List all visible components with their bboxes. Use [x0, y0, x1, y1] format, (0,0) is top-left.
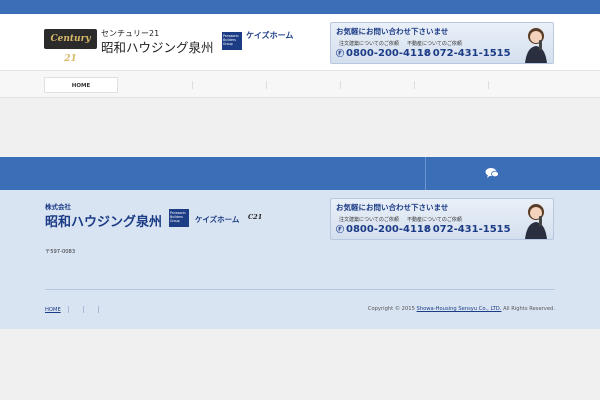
main-nav: HOME	[0, 70, 600, 98]
freedial-icon: Ⓕ	[336, 49, 344, 58]
footer-link-separator	[97, 306, 99, 313]
chat-bubble-icon	[485, 168, 499, 178]
nav-home[interactable]: HOME	[44, 77, 118, 93]
nav-item-5[interactable]	[340, 77, 414, 93]
footer-contact-box: お気軽にお問い合わせ下さいませ 注文建築についてのご依頼 不動産についてのご依頼…	[330, 198, 554, 240]
contact-sub-realestate: 不動産についてのご依頼	[407, 217, 462, 223]
phone-number-build[interactable]: Ⓕ 0800-200-4118	[336, 224, 431, 235]
panasonic-builders-logo: Panasonic Builders Group	[222, 32, 242, 50]
century21-logo[interactable]: Century 21	[44, 29, 97, 64]
operator-woman-icon	[525, 204, 547, 239]
nav-item-2[interactable]	[118, 77, 192, 93]
phone-number-realestate[interactable]: ✆ 072-431-1515	[424, 48, 511, 59]
copyright: Copyright © 2015 Showa-Housing Sensyu Co…	[367, 306, 555, 312]
footer-panasonic-logo: Panasonic Builders Group	[169, 209, 189, 227]
footer-company-prefix: 株式会社	[45, 203, 71, 211]
banner-divider	[425, 157, 426, 190]
phone-number-build[interactable]: Ⓕ 0800-200-4118	[336, 48, 431, 59]
contact-title: お気軽にお問い合わせ下さいませ	[336, 203, 449, 212]
footer-links: HOME	[45, 306, 106, 313]
footer-century21-logo: C21	[248, 213, 263, 221]
contact-banner	[0, 157, 600, 190]
contact-title: お気軽にお問い合わせ下さいませ	[336, 27, 449, 36]
company-name[interactable]: 昭和ハウジング泉州	[101, 37, 214, 56]
contact-box: お気軽にお問い合わせ下さいませ 注文建築についてのご依頼 不動産についてのご依頼…	[330, 22, 554, 64]
footer-divider	[45, 289, 555, 290]
nav-item-6[interactable]	[414, 77, 488, 93]
postal-code: 〒597-0083	[45, 249, 76, 255]
phone-number-realestate[interactable]: ✆ 072-431-1515	[424, 224, 511, 235]
top-bar	[0, 0, 600, 14]
footer-keizu-logo: ケイズホーム	[195, 215, 240, 224]
site-footer: 株式会社 昭和ハウジング泉州 Panasonic Builders Group …	[0, 190, 600, 329]
keizu-home-logo: ケイズホーム	[246, 31, 294, 40]
nav-item-7[interactable]	[488, 77, 544, 93]
nav-item-4[interactable]	[266, 77, 340, 93]
contact-sub-realestate: 不動産についてのご依頼	[407, 41, 462, 47]
site-header: Century 21 センチュリー21 昭和ハウジング泉州 Panasonic …	[0, 14, 600, 70]
contact-sub-build: 注文建築についてのご依頼	[339, 41, 399, 47]
footer-company-name: 昭和ハウジング泉州	[45, 215, 163, 230]
footer-link-home[interactable]: HOME	[45, 307, 61, 313]
contact-sub-build: 注文建築についてのご依頼	[339, 217, 399, 223]
operator-woman-icon	[525, 28, 547, 63]
phone-icon: ✆	[424, 225, 431, 234]
phone-icon: ✆	[424, 49, 431, 58]
footer-link-separator	[82, 306, 84, 313]
freedial-icon: Ⓕ	[336, 225, 344, 234]
footer-address-line-1: 〒597-0083	[45, 248, 75, 255]
nav-item-3[interactable]	[192, 77, 266, 93]
footer-link-separator	[67, 306, 69, 313]
copyright-company-link[interactable]: Showa-Housing Sensyu Co., LTD.	[417, 306, 502, 312]
